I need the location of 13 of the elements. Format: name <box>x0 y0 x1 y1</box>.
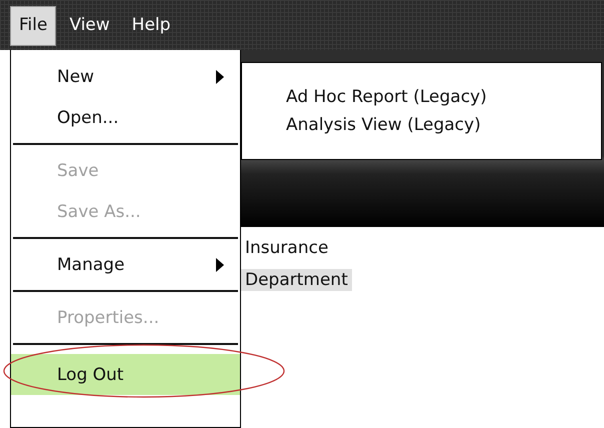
list-item[interactable]: Department <box>241 269 352 291</box>
caret-icon <box>216 258 224 272</box>
list-item[interactable]: Insurance <box>241 237 332 259</box>
caret-icon <box>216 70 224 84</box>
menu-item[interactable]: Analysis View (Legacy) <box>242 115 601 135</box>
menu-item[interactable]: Open... <box>11 97 240 138</box>
menu-item[interactable]: Ad Hoc Report (Legacy) <box>242 87 601 107</box>
menu-item[interactable]: Log Out <box>11 354 240 395</box>
menu-item[interactable]: Manage <box>11 244 240 285</box>
menu-item[interactable]: New <box>11 56 240 97</box>
menu-bar-item[interactable]: Help <box>122 6 180 46</box>
menu-bar-item[interactable]: File <box>10 6 56 46</box>
menu-bar-item[interactable]: View <box>60 6 119 46</box>
